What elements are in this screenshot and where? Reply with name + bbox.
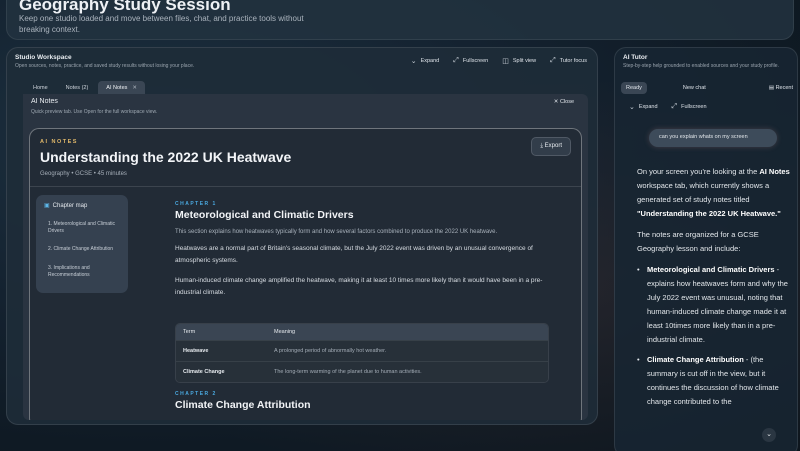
download-icon: ⤓	[540, 143, 543, 149]
workspace-tabs: Home Notes (2) AI Notes ✕	[25, 81, 145, 95]
table-cell-meaning: A prolonged period of abnormally hot wea…	[274, 348, 387, 354]
tutor-fullscreen-label: Fullscreen	[681, 104, 707, 110]
chevron-down-icon: ⌄	[629, 104, 635, 111]
tab-home[interactable]: Home	[25, 81, 56, 95]
studio-toolbar: ⌄ Expand ⤢ Fullscreen ◫ Split view ⤢ Tut…	[411, 57, 587, 65]
list-item-title: Climate Change Attribution	[647, 355, 744, 364]
fullscreen-icon: ⤢	[453, 57, 459, 64]
chapter-map-item-2[interactable]: 2. Climate Change Attribution	[48, 246, 122, 253]
expand-button[interactable]: ⌄ Expand	[411, 57, 440, 65]
ai-notes-panel: AI Notes Quick preview tab. Use Open for…	[23, 94, 588, 420]
chapter-2: CHAPTER 2 Climate Change Attribution	[175, 391, 555, 411]
close-button[interactable]: ✕ Close	[554, 99, 574, 105]
fullscreen-icon: ⤢	[671, 103, 678, 110]
focus-icon: ⤢	[550, 57, 556, 64]
tutor-expand-button[interactable]: ⌄ Expand	[629, 103, 658, 111]
answer-paragraph-2: The notes are organized for a GCSE Geogr…	[637, 230, 759, 253]
studio-workspace: Studio Workspace Open sources, notes, pr…	[6, 47, 598, 425]
tutor-focus-button[interactable]: ⤢ Tutor focus	[550, 57, 587, 65]
split-view-label: Split view	[512, 58, 537, 64]
session-subtitle: Keep one studio loaded and move between …	[19, 14, 304, 34]
answer-text: workspace tab, which currently shows a g…	[637, 181, 770, 204]
assistant-message: On your screen you're looking at the AI …	[637, 165, 791, 415]
chapter-map-label: Chapter map	[52, 203, 88, 209]
tab-ai-notes-label: AI Notes	[106, 85, 128, 91]
table-cell-term: Climate Change	[183, 369, 225, 375]
column-header-meaning: Meaning	[274, 329, 296, 335]
chapter-1: CHAPTER 1 Meteorological and Climatic Dr…	[175, 201, 555, 299]
chat-icon: ▤	[768, 85, 775, 91]
tab-ready[interactable]: Ready	[621, 82, 647, 94]
fullscreen-label: Fullscreen	[462, 58, 489, 64]
split-view-button[interactable]: ◫ Split view	[502, 57, 536, 65]
tab-notes[interactable]: Notes (2)	[58, 81, 97, 95]
chapter-1-title: Meteorological and Climatic Drivers	[175, 209, 354, 221]
tab-ai-notes[interactable]: AI Notes ✕	[98, 81, 145, 95]
table-header: Term Meaning	[176, 324, 548, 340]
chapter-2-label: CHAPTER 2	[175, 391, 217, 397]
tutor-subtitle: Step-by-step help grounded to enabled so…	[623, 63, 779, 69]
ai-tutor-panel: AI Tutor Step-by-step help grounded to e…	[614, 47, 798, 451]
panel-title: AI Notes	[31, 98, 58, 105]
tutor-focus-label: Tutor focus	[559, 58, 587, 64]
fullscreen-button[interactable]: ⤢ Fullscreen	[453, 57, 488, 65]
chapter-map-item-3[interactable]: 3. Implications and Recommendations	[48, 265, 122, 279]
recent-label: Recent	[775, 85, 793, 91]
tutor-fullscreen-button[interactable]: ⤢ Fullscreen	[672, 103, 707, 111]
column-header-term: Term	[183, 329, 196, 335]
tutor-tabs: Ready New chat ▤ Recent	[621, 81, 793, 95]
doc-kicker: AI NOTES	[40, 139, 78, 145]
chapter-2-title: Climate Change Attribution	[175, 399, 311, 411]
answer-text: On your screen you're looking at the	[637, 167, 760, 176]
terms-table: Term Meaning Heatwave A prolonged period…	[175, 323, 549, 383]
doc-title: Understanding the 2022 UK Heatwave	[40, 149, 292, 165]
close-icon: ✕	[553, 99, 559, 105]
chapter-1-para-1: Heatwaves are a normal part of Britain's…	[175, 245, 533, 264]
close-label: Close	[559, 99, 574, 105]
table-row: Heatwave A prolonged period of abnormall…	[176, 340, 548, 361]
tutor-expand-label: Expand	[638, 104, 658, 110]
list-item: Climate Change Attribution - (the summar…	[637, 353, 791, 409]
chapter-1-para-2: Human-induced climate change amplified t…	[175, 277, 543, 296]
session-header: Geography Study Session Keep one studio …	[6, 0, 794, 40]
chapter-1-intro: This section explains how heatwaves typi…	[175, 229, 498, 235]
divider	[30, 186, 581, 187]
studio-title: Studio Workspace	[15, 54, 72, 61]
list-item-title: Meteorological and Climatic Drivers	[647, 265, 775, 274]
chevron-down-icon: ⌄	[766, 431, 772, 438]
studio-header: Studio Workspace Open sources, notes, pr…	[15, 54, 194, 69]
table-cell-term: Heatwave	[183, 348, 209, 354]
export-button[interactable]: ⤓ Export	[531, 137, 571, 156]
expand-label: Expand	[420, 58, 440, 64]
doc-meta: Geography • GCSE • 45 minutes	[40, 171, 127, 177]
chapter-map: ▣ Chapter map 1. Meteorological and Clima…	[36, 195, 128, 293]
notes-document: AI NOTES Understanding the 2022 UK Heatw…	[29, 128, 582, 420]
chapter-map-item-1[interactable]: 1. Meteorological and Climatic Drivers	[48, 221, 122, 235]
export-label: Export	[544, 143, 562, 149]
chapter-1-label: CHAPTER 1	[175, 201, 217, 207]
answer-emphasis: "Understanding the 2022 UK Heatwave."	[637, 209, 781, 218]
split-view-icon: ◫	[502, 58, 509, 65]
answer-list: Meteorological and Climatic Drivers - ex…	[637, 263, 791, 409]
tutor-title: AI Tutor	[623, 54, 648, 61]
scroll-down-button[interactable]: ⌄	[762, 428, 776, 442]
recent-button[interactable]: ▤ Recent	[769, 85, 793, 91]
table-cell-meaning: The long-term warming of the planet due …	[274, 369, 422, 375]
user-message: can you explain whats on my screen	[649, 129, 777, 147]
answer-emphasis: AI Notes	[759, 167, 790, 176]
tutor-toolbar: ⌄ Expand ⤢ Fullscreen	[629, 103, 707, 111]
table-row: Climate Change The long-term warming of …	[176, 361, 548, 382]
book-icon: ▣	[44, 203, 50, 209]
studio-subtitle: Open sources, notes, practice, and saved…	[15, 63, 195, 69]
panel-subtitle: Quick preview tab. Use Open for the full…	[31, 109, 158, 115]
answer-paragraph-1: On your screen you're looking at the AI …	[637, 165, 791, 221]
chapter-map-title: ▣ Chapter map	[44, 202, 87, 209]
new-chat-button[interactable]: New chat	[683, 85, 706, 91]
list-item-text: - explains how heatwaves form and why th…	[647, 265, 788, 344]
list-item: Meteorological and Climatic Drivers - ex…	[637, 263, 791, 347]
chevron-down-icon: ⌄	[410, 58, 417, 65]
close-icon[interactable]: ✕	[132, 85, 137, 91]
